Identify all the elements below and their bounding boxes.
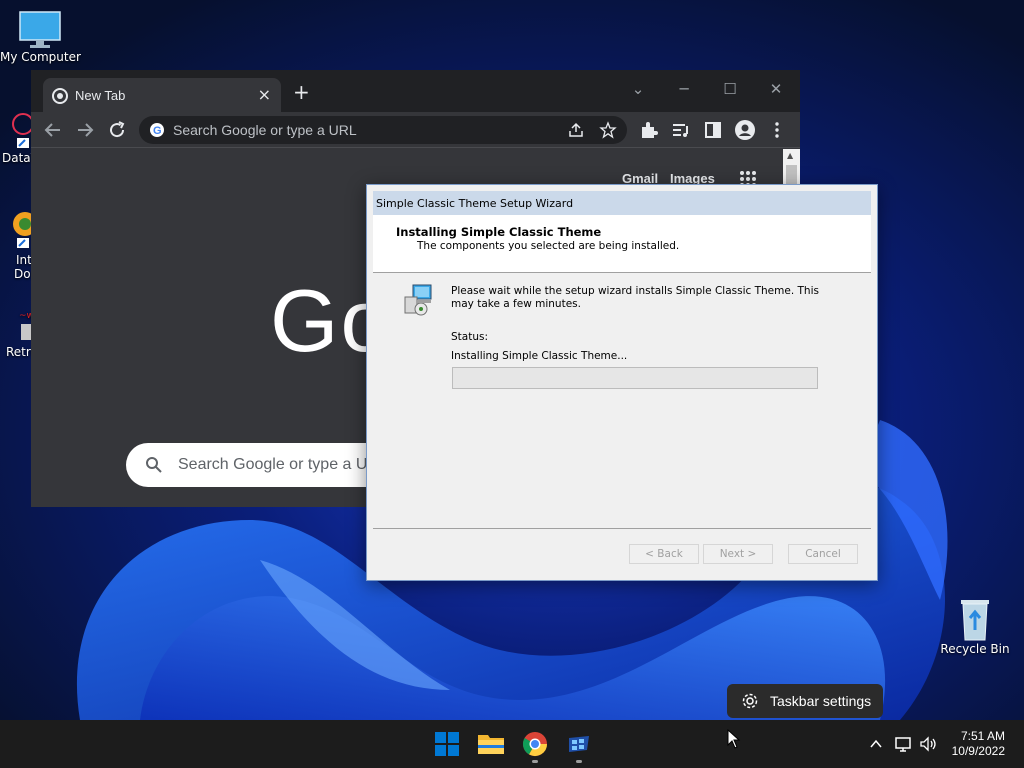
wizard-description: Please wait while the setup wizard insta… — [451, 285, 819, 310]
install-progress-bar — [452, 367, 818, 389]
desktop-icon-my-computer[interactable]: My Computer — [0, 10, 81, 64]
forward-arrow-icon[interactable] — [73, 118, 97, 142]
desktop-icon-label: My Computer — [0, 50, 81, 64]
wizard-separator — [373, 528, 871, 529]
wizard-status-text: Installing Simple Classic Theme... — [451, 350, 628, 362]
tab-new-tab[interactable]: New Tab × — [43, 78, 281, 112]
taskbar-settings-tooltip[interactable]: Taskbar settings — [727, 684, 883, 718]
media-control-icon[interactable] — [669, 118, 693, 142]
scroll-up-arrow-icon[interactable]: ▲ — [787, 151, 793, 160]
back-arrow-icon[interactable] — [41, 118, 65, 142]
omnibox[interactable]: G — [139, 116, 627, 144]
chrome-taskbar-icon[interactable] — [519, 728, 551, 760]
svg-text:G: G — [153, 125, 162, 137]
bookmark-star-icon[interactable] — [599, 121, 617, 139]
chrome-tab-strip: New Tab × + ⌄ ─ ☐ ✕ — [31, 70, 800, 112]
minimize-icon[interactable]: ─ — [661, 74, 707, 104]
desktop-icon-recycle-bin[interactable]: Recycle Bin — [940, 596, 1010, 656]
close-window-icon[interactable]: ✕ — [753, 74, 799, 104]
computer-icon — [19, 11, 61, 48]
reload-icon[interactable] — [105, 118, 129, 142]
search-icon — [146, 457, 162, 473]
share-icon[interactable] — [567, 121, 585, 139]
network-icon[interactable] — [894, 734, 914, 754]
tab-title: New Tab — [75, 88, 126, 103]
close-tab-icon[interactable]: × — [258, 85, 271, 104]
cancel-button[interactable]: Cancel — [788, 544, 858, 564]
clock-date: 10/9/2022 — [951, 744, 1005, 758]
chevron-up-icon[interactable] — [869, 737, 883, 751]
installer-running-indicator — [576, 760, 582, 763]
setup-wizard-window[interactable]: Simple Classic Theme Setup Wizard Instal… — [366, 184, 878, 581]
mouse-cursor-icon — [727, 729, 741, 749]
clock-time: 7:51 AM — [960, 729, 1005, 743]
google-g-icon: G — [150, 123, 164, 137]
app-shortcut-icon — [12, 113, 34, 148]
profile-avatar-icon[interactable] — [733, 118, 757, 142]
chrome-toolbar: G — [31, 112, 800, 148]
next-button[interactable]: Next > — [703, 544, 773, 564]
taskbar-clock[interactable]: 7:51 AM 10/9/2022 — [952, 729, 1005, 759]
wizard-status-label: Status: — [451, 331, 488, 343]
back-button[interactable]: < Back — [629, 544, 699, 564]
wizard-header: Installing Simple Classic Theme The comp… — [373, 215, 871, 273]
new-tab-icon[interactable]: + — [293, 82, 310, 102]
desktop-icon-label: Recycle Bin — [940, 642, 1010, 656]
maximize-icon[interactable]: ☐ — [707, 74, 753, 104]
volume-icon[interactable] — [918, 734, 938, 754]
app-shortcut-icon — [13, 212, 37, 248]
wizard-header-title: Installing Simple Classic Theme — [396, 225, 602, 239]
omnibox-input[interactable] — [173, 120, 553, 140]
gear-icon — [742, 693, 758, 709]
tab-search-chevron-down-icon[interactable]: ⌄ — [615, 74, 661, 104]
app-shortcut-icon: ~w — [19, 311, 34, 340]
file-explorer-icon[interactable] — [475, 728, 507, 760]
installer-computer-icon — [404, 284, 432, 316]
extensions-puzzle-icon[interactable] — [637, 118, 661, 142]
wizard-header-subtitle: The components you selected are being in… — [417, 240, 680, 252]
taskbar: 7:51 AM 10/9/2022 — [0, 720, 1024, 768]
setup-installer-taskbar-icon[interactable] — [563, 728, 595, 760]
scrollbar-thumb[interactable] — [786, 165, 797, 185]
wizard-title-bar[interactable]: Simple Classic Theme Setup Wizard — [373, 191, 871, 215]
wizard-title: Simple Classic Theme Setup Wizard — [376, 197, 574, 210]
tooltip-text: Taskbar settings — [770, 693, 872, 709]
kebab-menu-icon[interactable] — [765, 118, 789, 142]
chrome-tab-favicon-icon — [52, 88, 68, 104]
recycle-bin-icon — [961, 600, 989, 641]
chrome-running-indicator — [532, 760, 538, 763]
side-panel-icon[interactable] — [701, 118, 725, 142]
windows-start-icon[interactable] — [431, 728, 463, 760]
